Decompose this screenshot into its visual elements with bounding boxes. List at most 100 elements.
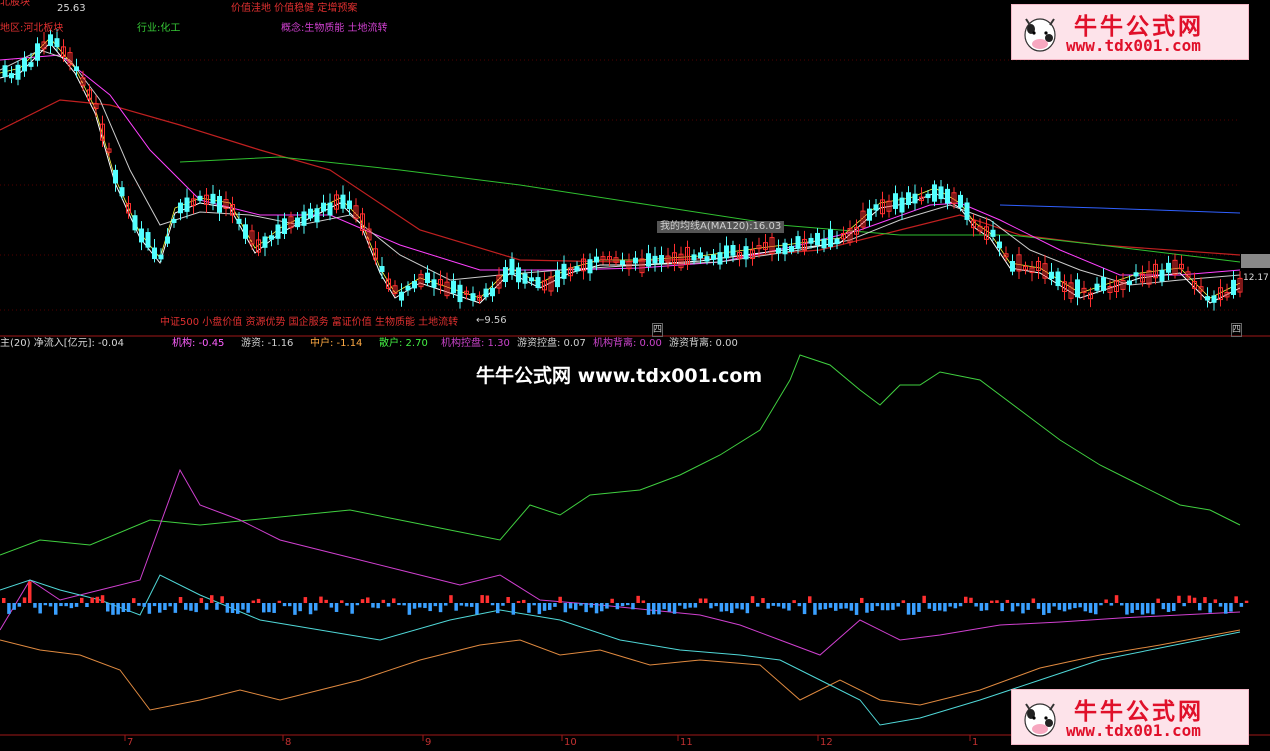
histogram-bar-down — [932, 603, 937, 611]
industry-label: 行业:化工 — [137, 23, 181, 34]
histogram-bar-down — [1088, 603, 1093, 613]
histogram-bar-down — [204, 603, 209, 610]
candle-body — [724, 245, 729, 259]
histogram-bar-down — [917, 603, 921, 612]
histogram-bar-down — [230, 603, 235, 613]
indicator-value-0: 机构: -0.45 — [172, 338, 225, 349]
indicator-value-5: 游资控盘: 0.07 — [517, 338, 586, 349]
histogram-bar-up — [636, 595, 640, 603]
histogram-bar-down — [490, 603, 495, 606]
candle-body — [893, 193, 898, 209]
candle-body — [561, 263, 567, 279]
histogram-bar-up — [922, 595, 926, 603]
histogram-bar-down — [958, 603, 963, 607]
candle-body — [594, 256, 599, 263]
histogram-bar-down — [724, 603, 729, 612]
candle-body — [1211, 295, 1217, 303]
histogram-bar-down — [501, 603, 505, 606]
histogram-bar-down — [59, 603, 63, 607]
histogram-bar-up — [1156, 598, 1160, 603]
histogram-bar-up — [95, 596, 100, 603]
candle-body — [113, 169, 118, 184]
histogram-bar-down — [626, 603, 630, 606]
candle-body — [1205, 296, 1210, 301]
histogram-bar-down — [1047, 603, 1051, 614]
concept-label: 概念:生物质能 土地流转 — [281, 23, 388, 34]
histogram-bar-up — [132, 598, 136, 603]
candle-body — [795, 236, 801, 249]
candle-body — [1075, 279, 1080, 298]
event-marker-2[interactable]: 四 — [1231, 323, 1243, 337]
histogram-bar-down — [787, 603, 791, 611]
ma-red-line — [0, 99, 1241, 263]
histogram-bar-down — [402, 603, 406, 606]
histogram-bar-down — [407, 603, 412, 615]
histogram-bar-down — [1239, 603, 1244, 607]
histogram-bar-down — [1146, 603, 1150, 614]
candle-body — [295, 217, 300, 228]
candle-body — [210, 193, 216, 204]
histogram-bar-down — [620, 603, 625, 607]
histogram-bar-down — [267, 603, 271, 613]
cow-icon — [1024, 18, 1056, 52]
histogram-bar-down — [652, 603, 656, 615]
candle-body — [301, 211, 307, 226]
ma-grey-line — [0, 49, 1241, 286]
x-axis-label-10: 10 — [564, 737, 577, 748]
candle-body — [483, 288, 489, 298]
histogram-bar-up — [1234, 596, 1238, 603]
histogram-bar-down — [979, 603, 984, 611]
histogram-bar-down — [865, 603, 869, 613]
histogram-bar-down — [1068, 603, 1072, 610]
candle-body — [587, 259, 593, 274]
candle-body — [490, 287, 495, 297]
histogram-bar-down — [308, 603, 313, 615]
candle-body — [1055, 271, 1061, 287]
tags-label: 价值洼地 价值稳健 定增预案 — [231, 3, 358, 14]
histogram-bar-down — [1021, 603, 1025, 614]
histogram-bar-up — [641, 600, 646, 603]
indicator-value-4: 机构控盘: 1.30 — [441, 338, 510, 349]
histogram-bar-up — [792, 600, 796, 603]
candle-body — [717, 252, 723, 265]
histogram-bar-down — [631, 603, 635, 610]
candle-body — [412, 280, 417, 289]
histogram-bar-down — [938, 603, 942, 611]
candle-body — [964, 202, 970, 220]
histogram-bar-down — [1073, 603, 1077, 609]
histogram-bar-up — [558, 596, 562, 603]
histogram-bar-up — [522, 599, 526, 603]
histogram-bar-down — [470, 603, 474, 607]
histogram-bar-down — [1125, 603, 1129, 615]
histogram-bar-up — [761, 598, 765, 603]
histogram-bar-down — [475, 603, 479, 615]
histogram-bar-up — [1031, 598, 1036, 603]
histogram-bar-down — [1099, 603, 1103, 606]
histogram-bar-up — [366, 597, 370, 603]
candle-body — [516, 267, 521, 283]
candle-body — [48, 34, 53, 46]
candle-body — [555, 270, 560, 288]
histogram-bar-down — [678, 603, 682, 606]
histogram-bar-down — [64, 603, 68, 607]
histogram-bar-down — [693, 603, 698, 608]
histogram-bar-up — [303, 597, 308, 603]
histogram-bar-down — [225, 603, 230, 613]
histogram-bar-down — [672, 603, 677, 614]
histogram-bar-up — [1005, 599, 1010, 603]
histogram-bar-down — [386, 603, 391, 607]
histogram-bar-down — [69, 603, 74, 609]
histogram-bar-up — [360, 599, 365, 603]
high-price-label: 25.63 — [57, 3, 86, 14]
event-marker-1[interactable]: 四 — [652, 323, 664, 337]
histogram-bar-down — [896, 603, 900, 607]
histogram-bar-down — [142, 603, 146, 607]
candle-body — [132, 215, 138, 231]
histogram-bar-down — [1078, 603, 1082, 608]
candle-body — [652, 255, 658, 264]
histogram-bar-down — [844, 603, 848, 609]
histogram-bar-down — [147, 603, 152, 614]
histogram-bar-down — [839, 603, 843, 609]
histogram-bar-down — [745, 603, 750, 614]
candle-body — [321, 202, 326, 212]
